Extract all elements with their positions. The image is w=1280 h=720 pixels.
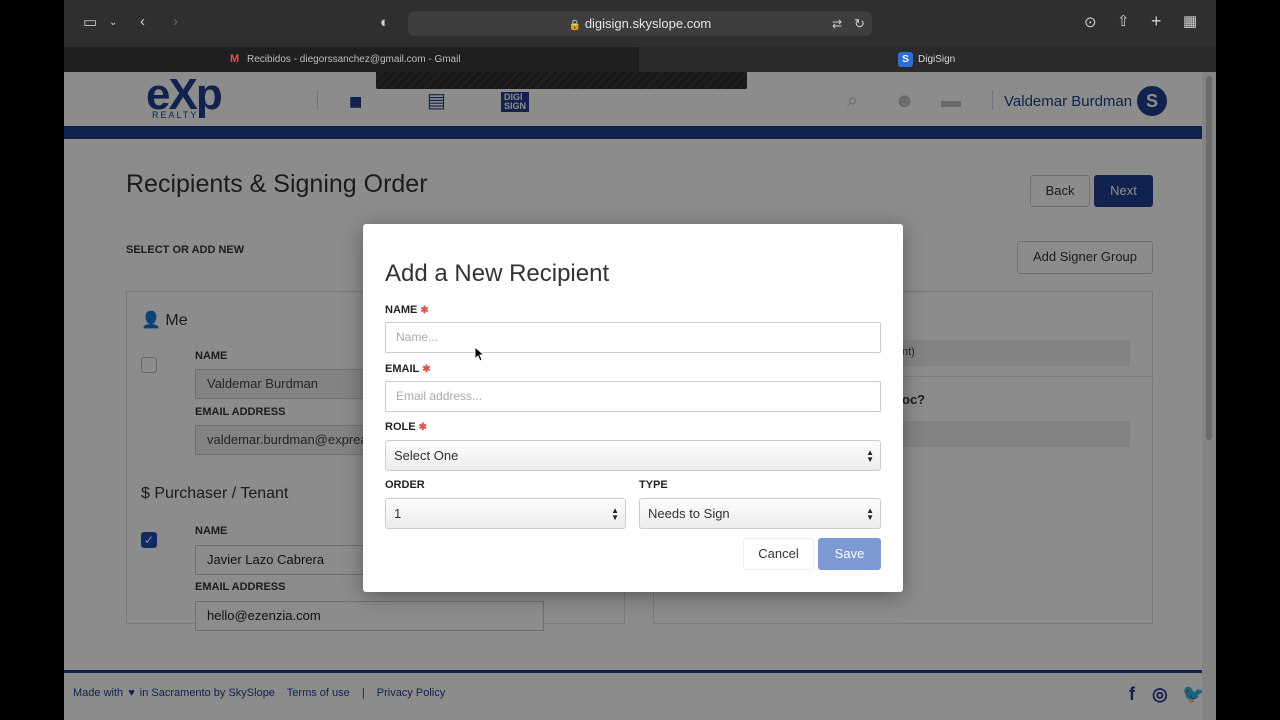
browser-window: ▭ ⌄ ‹ › ◐ 🔒 digisign.skyslope.com ⇄ ↻ ⊙ …: [64, 0, 1216, 720]
mouse-cursor-icon: [474, 346, 484, 362]
add-recipient-modal: Add a New Recipient NAME ✱ Name... EMAIL ✱…: [363, 224, 903, 592]
select-arrows-icon: ▲ ▼: [866, 506, 874, 522]
required-icon: ✱: [418, 422, 427, 433]
tab-digisign[interactable]: S DigiSign: [639, 47, 1216, 72]
email-input[interactable]: Email address...: [385, 381, 881, 412]
type-select-value: Needs to Sign: [648, 506, 730, 521]
select-arrows-icon: ▲ ▼: [866, 448, 874, 464]
new-tab-icon[interactable]: +: [1151, 12, 1162, 30]
lock-icon: 🔒: [568, 20, 582, 31]
email-label: EMAIL ✱: [385, 363, 431, 375]
tab-bar: M Recibidos - diegorssanchez@gmail.com -…: [64, 47, 1216, 72]
translate-icon[interactable]: ⇄: [832, 15, 842, 33]
order-select-value: 1: [394, 506, 402, 521]
required-icon: ✱: [420, 305, 429, 316]
shield-icon[interactable]: ◐: [380, 14, 389, 32]
cancel-button[interactable]: Cancel: [743, 538, 814, 570]
name-label-text: NAME: [385, 304, 418, 316]
share-icon[interactable]: ⇧: [1117, 13, 1130, 31]
forward-arrow-icon[interactable]: ›: [173, 13, 178, 31]
digisign-favicon-icon: S: [898, 52, 913, 67]
role-select-value: Select One: [394, 448, 459, 463]
role-label-text: ROLE: [385, 421, 416, 433]
tab-gmail[interactable]: M Recibidos - diegorssanchez@gmail.com -…: [64, 47, 639, 72]
email-label-text: EMAIL: [385, 363, 420, 375]
tab-overview-icon[interactable]: ▦: [1183, 13, 1197, 31]
select-arrows-icon: ▲ ▼: [611, 506, 619, 522]
name-input[interactable]: Name...: [385, 322, 881, 353]
name-label: NAME ✱: [385, 304, 429, 316]
address-bar[interactable]: 🔒 digisign.skyslope.com ⇄ ↻: [408, 11, 872, 36]
modal-title: Add a New Recipient: [385, 260, 610, 287]
order-label: ORDER: [385, 479, 425, 491]
order-select[interactable]: 1 ▲ ▼: [385, 498, 626, 529]
type-label: TYPE: [639, 479, 668, 491]
reload-icon[interactable]: ↻: [854, 15, 865, 33]
save-button[interactable]: Save: [818, 538, 881, 570]
required-icon: ✱: [422, 364, 431, 375]
url-text: 🔒 digisign.skyslope.com: [408, 16, 872, 31]
download-icon[interactable]: ⊙: [1084, 14, 1097, 32]
chevron-down-icon[interactable]: ⌄: [109, 14, 117, 32]
back-arrow-icon[interactable]: ‹: [140, 13, 145, 31]
url-value: digisign.skyslope.com: [584, 16, 712, 31]
browser-toolbar: ▭ ⌄ ‹ › ◐ 🔒 digisign.skyslope.com ⇄ ↻ ⊙ …: [64, 0, 1216, 47]
tab-label: DigiSign: [918, 54, 956, 65]
type-select[interactable]: Needs to Sign ▲ ▼: [639, 498, 881, 529]
gmail-icon: M: [230, 53, 240, 65]
screen: ▭ ⌄ ‹ › ◐ 🔒 digisign.skyslope.com ⇄ ↻ ⊙ …: [0, 0, 1280, 720]
role-select[interactable]: Select One ▲ ▼: [385, 440, 881, 471]
role-label: ROLE ✱: [385, 421, 427, 433]
sidebar-icon[interactable]: ▭: [83, 14, 97, 32]
tab-label: Recibidos - diegorssanchez@gmail.com - G…: [247, 54, 461, 65]
